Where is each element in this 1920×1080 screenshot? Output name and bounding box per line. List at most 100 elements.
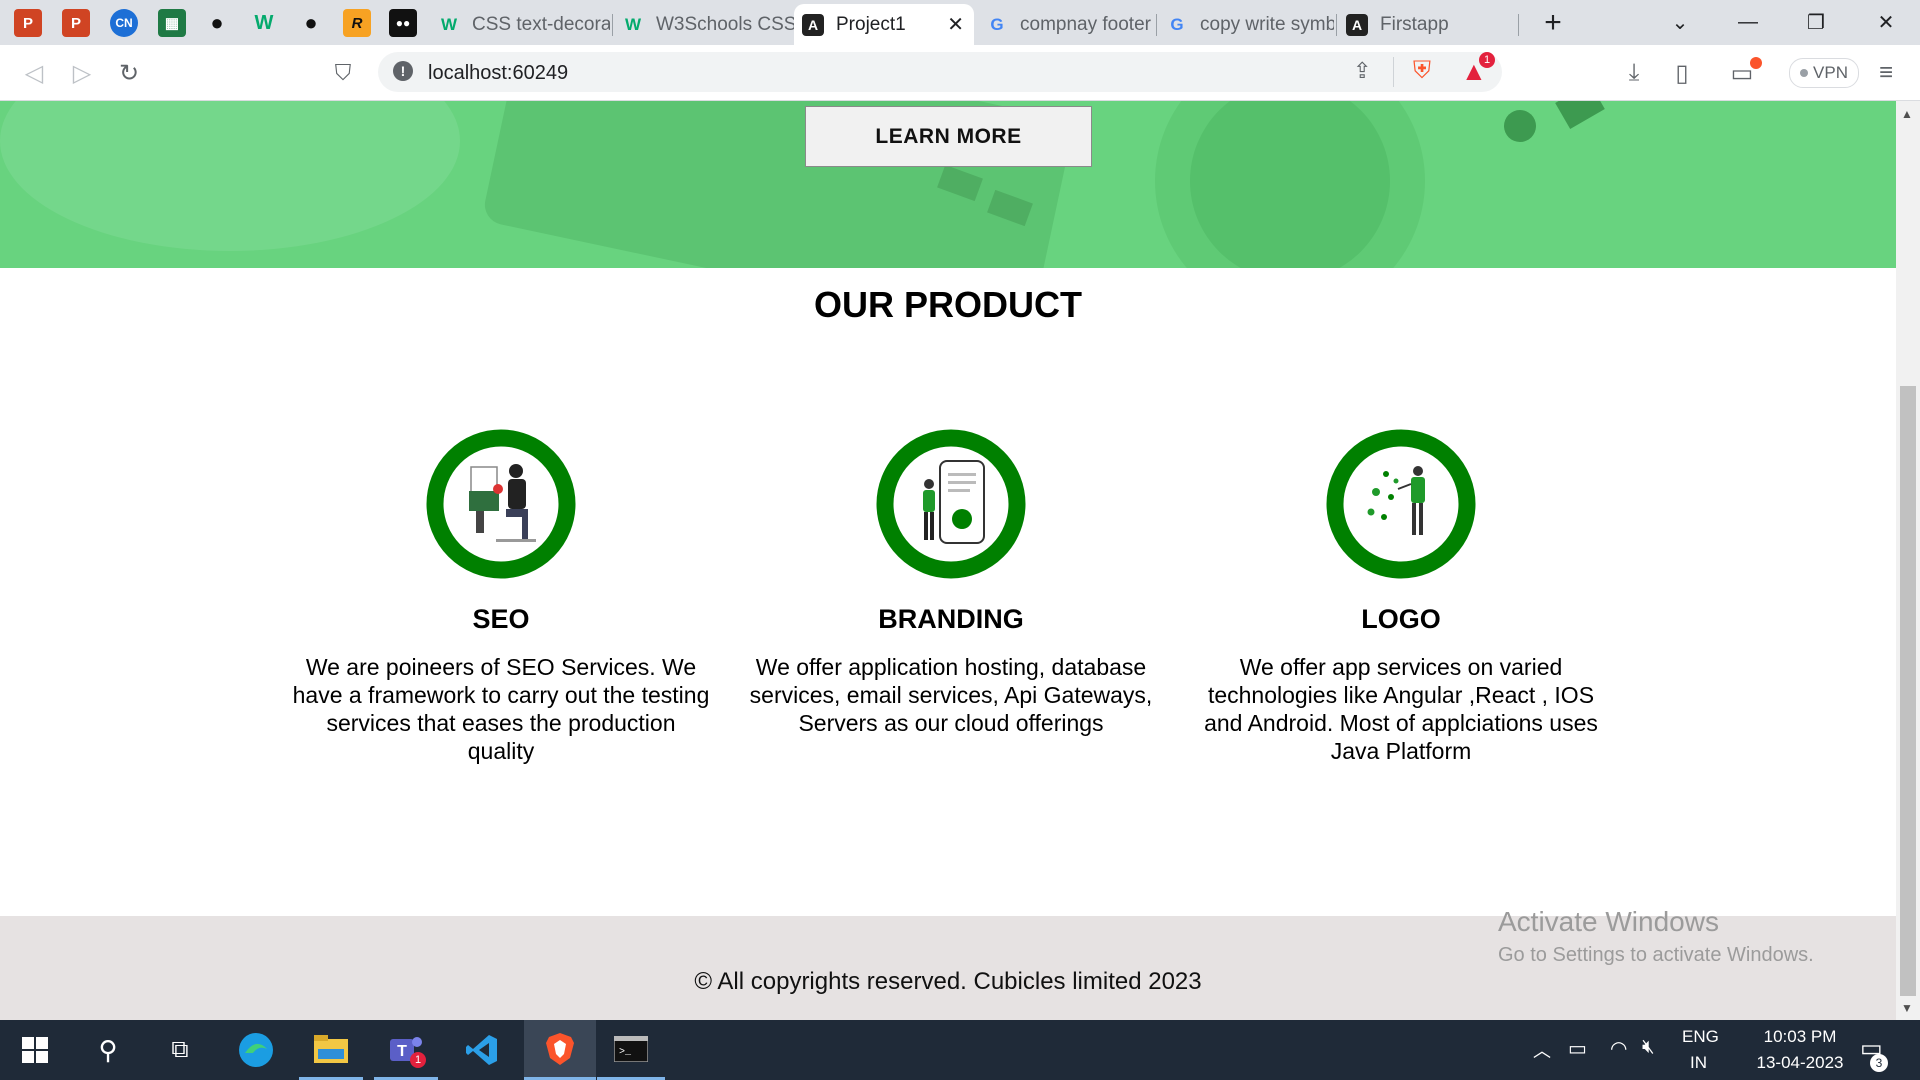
volume-muted-icon[interactable]: 🔇︎ xyxy=(1642,1036,1655,1059)
task-view-icon[interactable]: ⧉ xyxy=(148,1020,212,1080)
watermark-subtitle: Go to Settings to activate Windows. xyxy=(1498,944,1814,966)
github-icon[interactable]: ● xyxy=(203,9,231,37)
minimize-button[interactable]: — xyxy=(1714,0,1782,45)
edge-icon[interactable] xyxy=(224,1020,288,1080)
back-icon[interactable]: ◁ xyxy=(18,57,50,89)
url-text[interactable]: localhost:60249 xyxy=(428,62,568,85)
branding-illustration-icon xyxy=(876,429,1026,579)
powerpoint-icon[interactable]: P xyxy=(62,9,90,37)
sidebar-icon[interactable]: ▯ xyxy=(1666,57,1698,89)
product-title: LOGO xyxy=(1361,604,1441,634)
svg-text:T: T xyxy=(397,1043,407,1060)
site-info-icon[interactable]: ! xyxy=(393,61,413,81)
medium-icon[interactable]: ●● xyxy=(389,9,417,37)
tab-w3schools-css[interactable]: W W3Schools CSS xyxy=(614,4,794,45)
codingninjas-icon[interactable]: CN xyxy=(110,9,138,37)
show-hidden-icons-icon[interactable]: ︿ xyxy=(1533,1037,1551,1063)
page-viewport: LEARN MORE OUR PRODUCT SEO We are poinee… xyxy=(0,101,1896,1020)
logo-illustration-icon xyxy=(1326,429,1476,579)
terminal-icon[interactable]: >_ xyxy=(597,1020,665,1080)
close-window-button[interactable]: ✕ xyxy=(1852,0,1920,45)
vpn-label: VPN xyxy=(1813,63,1848,82)
tab-css-text-decoration[interactable]: W CSS text-decora xyxy=(430,4,610,45)
search-icon[interactable]: ⚲ xyxy=(76,1020,140,1080)
tab-search-button[interactable]: ⌄ xyxy=(1646,0,1714,45)
vpn-button[interactable]: VPN xyxy=(1789,58,1859,88)
close-tab-icon[interactable]: ✕ xyxy=(947,12,964,37)
browser-toolbar: ◁ ▷ ↻ ⛉ ! localhost:60249 ⇪ ⛨ ▲ 1 ⤓ ▯ ▭ … xyxy=(0,45,1920,101)
vscode-icon[interactable] xyxy=(450,1020,514,1080)
download-icon[interactable]: ⤓ xyxy=(1618,57,1650,89)
product-card-seo: SEO We are poineers of SEO Services. We … xyxy=(291,429,711,765)
seo-illustration-icon xyxy=(426,429,576,579)
clock-time: 10:03 PM xyxy=(1763,1027,1837,1046)
browser-tab-strip: P P CN ▦ ● W ● R ●● W CSS text-decora W … xyxy=(0,0,1920,45)
tab-separator xyxy=(1336,14,1337,36)
teams-icon[interactable]: T 1 xyxy=(374,1020,438,1080)
language-code: ENG xyxy=(1682,1027,1719,1046)
tab-label: compnay footer xyxy=(1020,13,1151,35)
tab-label: Firstapp xyxy=(1380,13,1449,35)
product-title: BRANDING xyxy=(878,604,1024,634)
reader-icon[interactable]: R xyxy=(343,9,371,37)
vertical-scrollbar[interactable]: ▲ ▼ xyxy=(1896,101,1920,1020)
clock-date: 13-04-2023 xyxy=(1756,1053,1844,1072)
wifi-icon[interactable]: ◠ xyxy=(1610,1036,1627,1061)
vpn-status-dot xyxy=(1800,69,1809,77)
clock[interactable]: 10:03 PM 13-04-2023 xyxy=(1740,1027,1860,1073)
tab-label: Project1 xyxy=(836,13,906,35)
tab-project1[interactable]: A Project1 ✕ xyxy=(794,4,974,45)
windows-start-icon[interactable] xyxy=(3,1020,67,1080)
brave-shield-icon[interactable]: ⛨ xyxy=(1413,57,1431,85)
tab-label: W3Schools CSS xyxy=(656,13,794,35)
teams-badge: 1 xyxy=(410,1052,426,1068)
tab-label: copy write symb xyxy=(1200,13,1334,35)
github-icon[interactable]: ● xyxy=(297,9,325,37)
forward-icon[interactable]: ▷ xyxy=(66,57,98,89)
svg-text:>_: >_ xyxy=(619,1047,632,1058)
angular-icon: A xyxy=(802,13,824,36)
product-title: SEO xyxy=(472,604,530,634)
divider xyxy=(1393,57,1394,87)
address-bar[interactable]: ! localhost:60249 ⇪ ⛨ ▲ 1 xyxy=(378,52,1502,92)
product-card-branding: BRANDING We offer application hosting, d… xyxy=(741,429,1161,737)
w3schools-icon[interactable]: W xyxy=(250,9,278,37)
product-description: We are poineers of SEO Services. We have… xyxy=(292,654,710,764)
product-description: We offer application hosting, database s… xyxy=(749,654,1153,736)
restore-button[interactable]: ❐ xyxy=(1782,0,1850,45)
copyright-text: © All copyrights reserved. Cubicles limi… xyxy=(694,968,1202,995)
bookmark-icon[interactable]: ⛉ xyxy=(327,57,359,89)
w3schools-icon: W xyxy=(624,14,642,34)
wallet-badge xyxy=(1750,57,1762,69)
angular-icon: A xyxy=(1346,13,1368,36)
tab-copyright-symbol[interactable]: G copy write symb xyxy=(1158,4,1334,45)
spreadsheet-icon[interactable]: ▦ xyxy=(158,9,186,37)
hero-banner: LEARN MORE xyxy=(0,101,1896,268)
google-icon: G xyxy=(1170,14,1184,34)
language-indicator[interactable]: ENG IN xyxy=(1682,1027,1719,1073)
powerpoint-icon[interactable]: P xyxy=(14,9,42,37)
google-icon: G xyxy=(990,14,1004,34)
tab-company-footer[interactable]: G compnay footer xyxy=(978,4,1154,45)
tab-separator xyxy=(612,14,613,36)
windows-taskbar: ⚲ ⧉ T 1 >_ ︿ ▭ ◠ 🔇︎ ENG IN 10:03 PM 13-0… xyxy=(0,1020,1920,1080)
learn-more-button[interactable]: LEARN MORE xyxy=(805,106,1092,167)
rewards-badge: 1 xyxy=(1479,52,1495,68)
scroll-up-arrow-icon[interactable]: ▲ xyxy=(1901,107,1913,121)
tab-label: CSS text-decora xyxy=(472,13,610,35)
scroll-down-arrow-icon[interactable]: ▼ xyxy=(1901,1001,1913,1015)
scrollbar-thumb[interactable] xyxy=(1900,386,1916,996)
notification-count: 3 xyxy=(1870,1054,1888,1072)
menu-icon[interactable]: ≡ xyxy=(1870,57,1902,89)
activate-windows-watermark: Activate Windows Go to Settings to activ… xyxy=(1498,906,1814,967)
file-explorer-icon[interactable] xyxy=(299,1020,363,1080)
section-title: OUR PRODUCT xyxy=(814,284,1082,325)
battery-icon[interactable]: ▭ xyxy=(1568,1036,1587,1061)
w3schools-icon: W xyxy=(440,14,458,34)
reload-icon[interactable]: ↻ xyxy=(113,57,145,89)
tab-firstapp[interactable]: A Firstapp xyxy=(1338,4,1518,45)
share-icon[interactable]: ⇪ xyxy=(1353,58,1371,84)
product-description: We offer app services on varied technolo… xyxy=(1204,654,1598,764)
new-tab-button[interactable]: + xyxy=(1519,0,1587,45)
brave-browser-icon[interactable] xyxy=(524,1020,596,1080)
